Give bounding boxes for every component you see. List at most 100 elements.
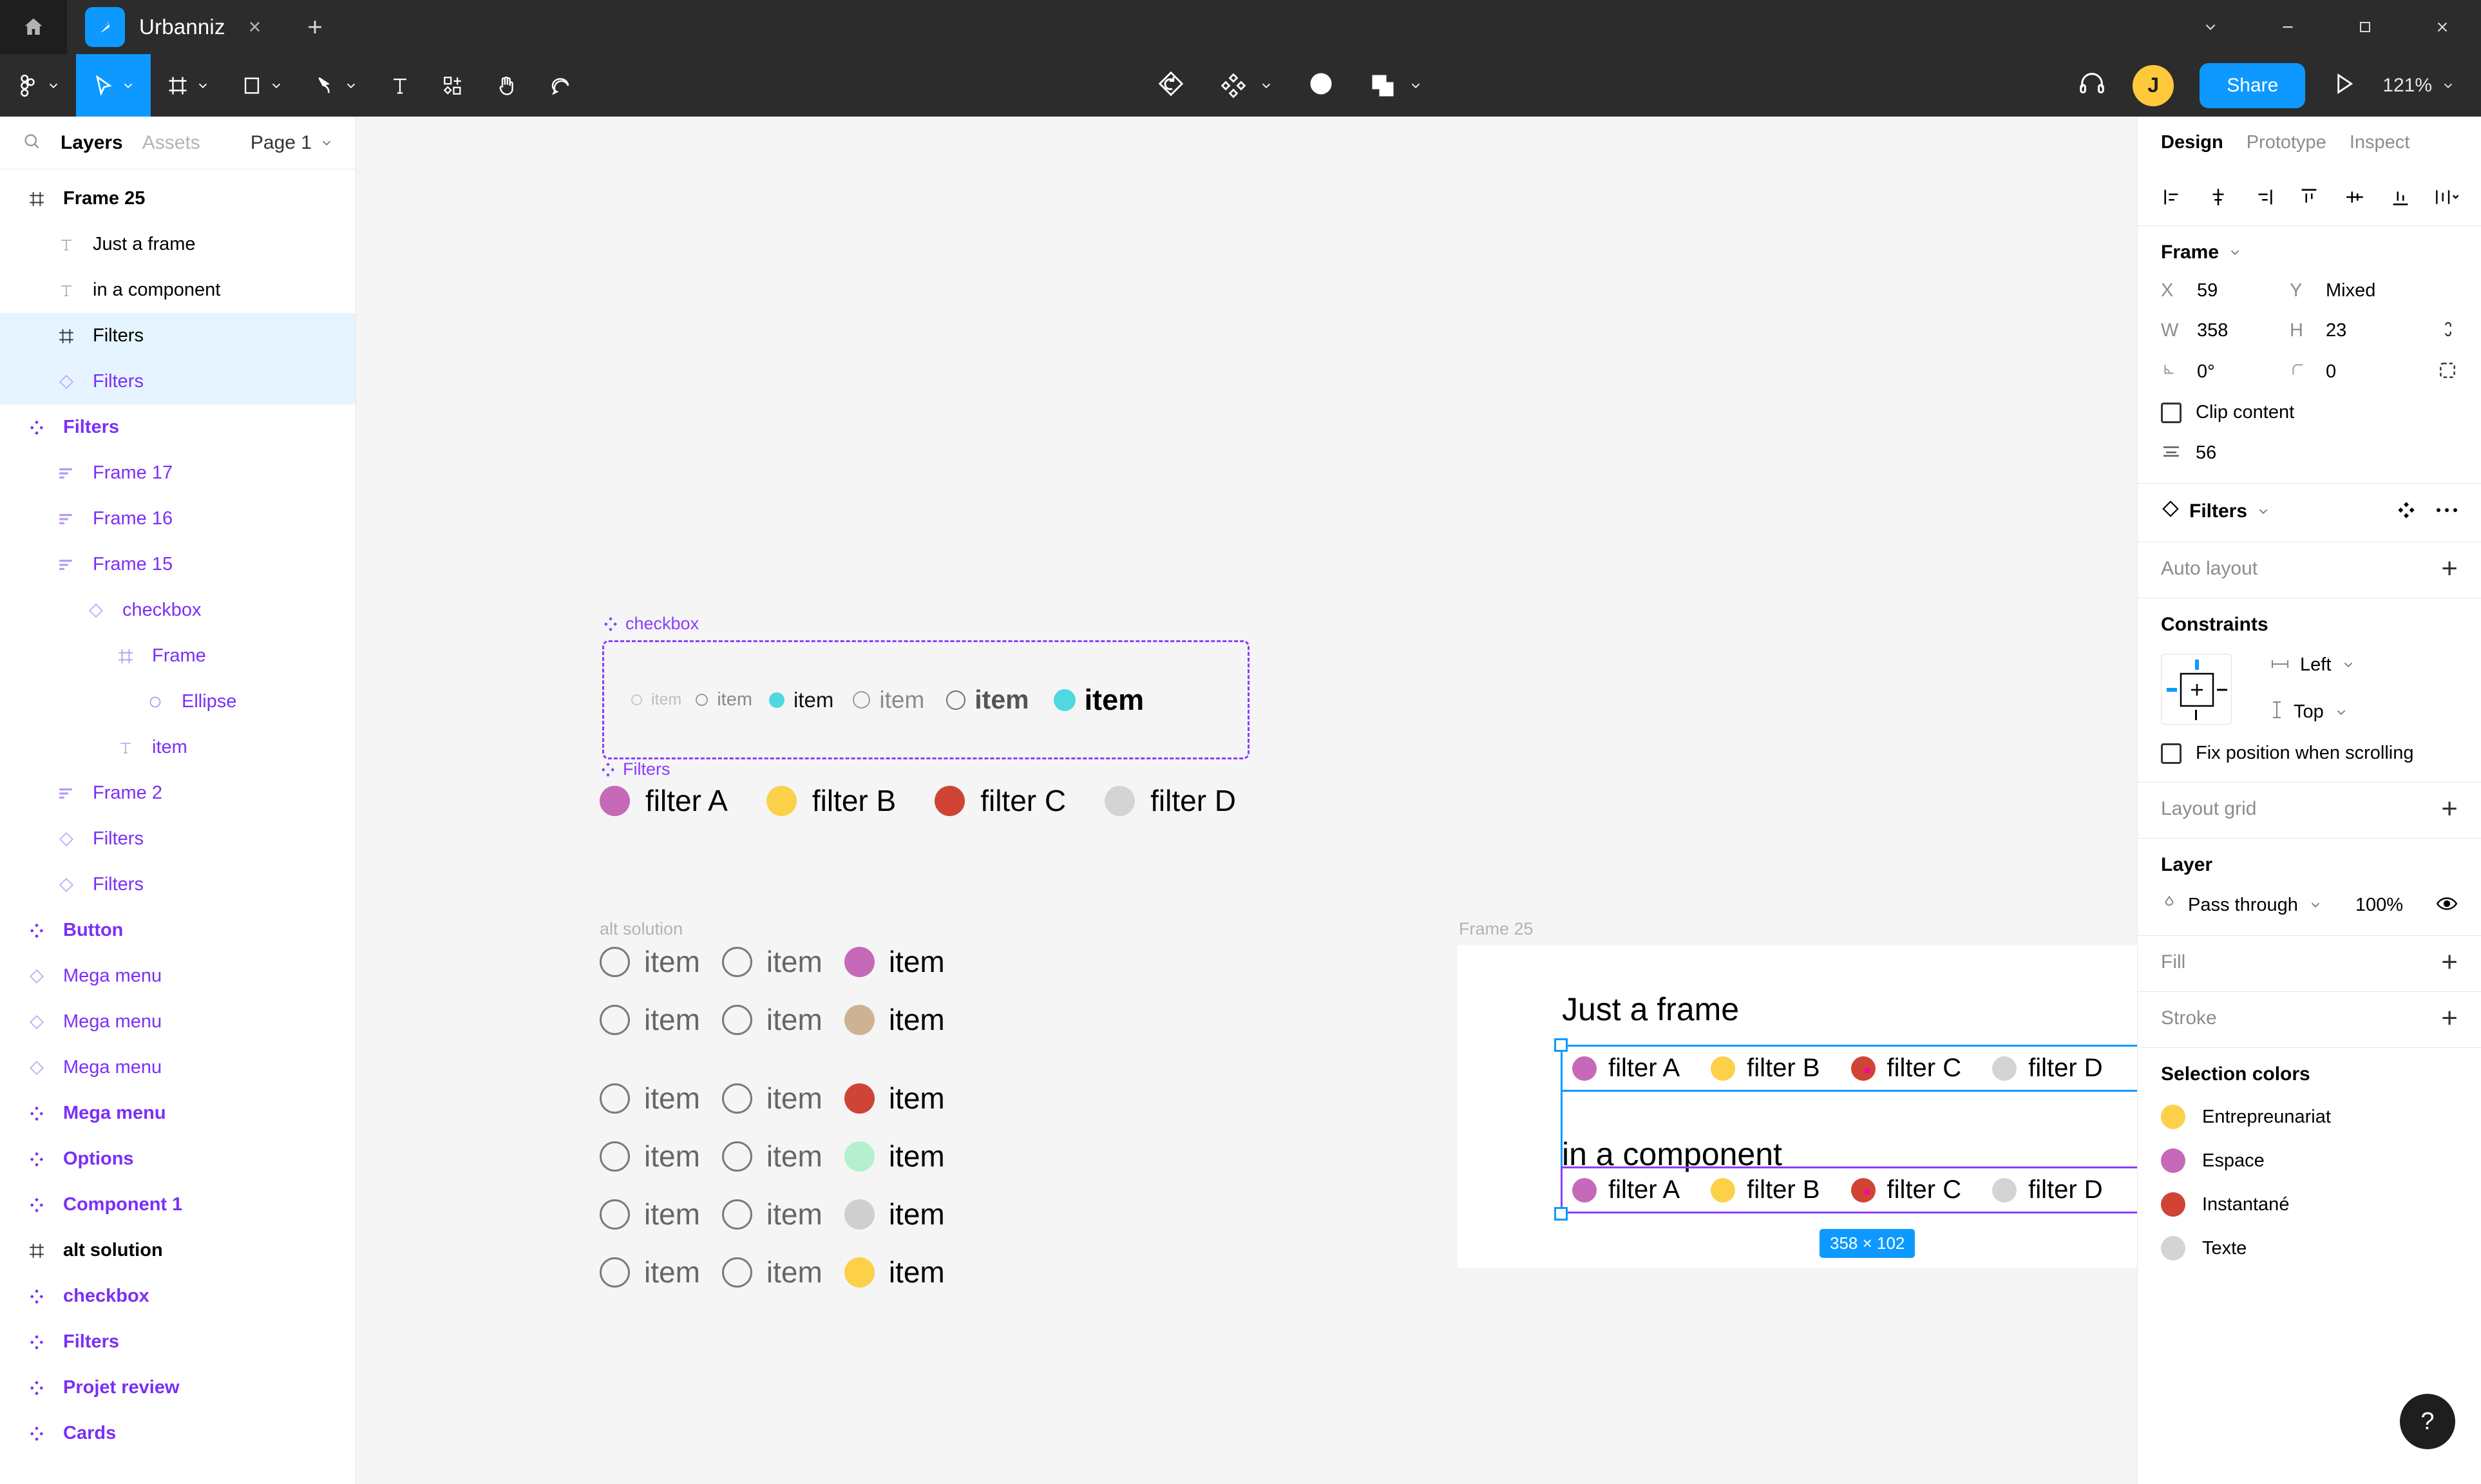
frame25[interactable]: Just a frame in a component filter Afilt…	[1458, 946, 2137, 1268]
close-tab-icon[interactable]: ×	[249, 15, 261, 40]
blend-mode-dropdown[interactable]: Pass through	[2161, 893, 2323, 917]
radio-filled-icon[interactable]	[844, 1083, 875, 1114]
selection-color-row[interactable]: Instantané	[2161, 1192, 2458, 1217]
radio-empty-icon[interactable]	[600, 1004, 630, 1035]
alt-solution-item[interactable]: item	[721, 1197, 822, 1232]
move-tool[interactable]	[76, 54, 151, 117]
checkbox-item[interactable]: item	[631, 690, 681, 709]
radio-filled-icon[interactable]	[844, 1141, 875, 1172]
alt-solution-row[interactable]: item item item	[600, 1139, 967, 1174]
distribute-icon[interactable]	[2428, 179, 2464, 215]
eye-icon[interactable]	[2436, 895, 2458, 915]
checkbox-empty-icon[interactable]	[631, 694, 642, 705]
frame25-filter-chip[interactable]: filter D	[1992, 1175, 2103, 1204]
alt-solution-rows[interactable]: item item item item item item item item item item…	[600, 944, 967, 1313]
radio-empty-icon[interactable]	[721, 946, 752, 977]
alt-solution-item[interactable]: item	[844, 1081, 945, 1116]
color-swatch[interactable]	[2161, 1192, 2185, 1217]
resize-handle-top-left[interactable]	[1554, 1038, 1568, 1052]
present-button[interactable]	[2331, 71, 2357, 100]
checkbox-item[interactable]: item	[853, 687, 924, 714]
layer-row[interactable]: Filters	[0, 1319, 356, 1365]
alt-solution-item[interactable]: item	[844, 1139, 945, 1174]
align-top-icon[interactable]	[2291, 179, 2327, 215]
alt-solution-item[interactable]: item	[721, 944, 822, 979]
layer-row[interactable]: Mega menu	[0, 999, 356, 1045]
opacity-value[interactable]: 100%	[2355, 895, 2403, 916]
proportion-lock-icon[interactable]	[2438, 318, 2458, 343]
radio-empty-icon[interactable]	[600, 1257, 630, 1288]
selection-color-row[interactable]: Entrepreunariat	[2161, 1105, 2458, 1129]
layer-row[interactable]: alt solution	[0, 1228, 356, 1273]
alt-solution-item[interactable]: item	[600, 1002, 700, 1037]
alt-solution-item[interactable]: item	[844, 1197, 945, 1232]
frame25-filter-chip[interactable]: filter B	[1711, 1175, 1820, 1204]
component-actions[interactable]	[1219, 71, 1273, 100]
reset-instance-icon[interactable]	[1156, 69, 1186, 102]
tab-prototype[interactable]: Prototype	[2247, 132, 2326, 153]
y-field[interactable]: Y Mixed	[2290, 280, 2419, 301]
independent-corners-icon[interactable]	[2437, 360, 2458, 384]
fix-position-checkbox[interactable]	[2161, 743, 2182, 764]
figma-menu-button[interactable]	[0, 54, 76, 117]
radio-empty-icon[interactable]	[721, 1257, 752, 1288]
layer-row[interactable]: checkbox	[0, 587, 356, 633]
layer-row[interactable]: Filters	[0, 816, 356, 862]
corner-radius-field[interactable]: 0	[2290, 361, 2419, 383]
layer-row[interactable]: Frame	[0, 633, 356, 679]
constraints-widget[interactable]	[2161, 654, 2232, 725]
align-horizontal-center-icon[interactable]	[2200, 179, 2236, 215]
resources-tool[interactable]	[426, 54, 479, 117]
checkbox-item[interactable]: item	[696, 689, 752, 710]
clip-content-checkbox[interactable]	[2161, 402, 2182, 423]
layer-row[interactable]: Button	[0, 908, 356, 953]
color-swatch[interactable]	[2161, 1148, 2185, 1173]
radio-empty-icon[interactable]	[600, 1199, 630, 1230]
radio-filled-icon[interactable]	[844, 946, 875, 977]
zoom-control[interactable]: 121%	[2382, 75, 2455, 97]
add-layout-grid-button[interactable]: +	[2441, 794, 2458, 823]
color-swatch[interactable]	[2161, 1236, 2185, 1260]
layer-row[interactable]: Frame 2	[0, 770, 356, 816]
width-field[interactable]: W 358	[2161, 320, 2290, 341]
boolean-union-icon[interactable]	[1369, 71, 1423, 100]
align-right-icon[interactable]	[2246, 179, 2282, 215]
layer-row[interactable]: Cards	[0, 1411, 356, 1456]
layer-row[interactable]: Projet review	[0, 1365, 356, 1411]
tab-assets[interactable]: Assets	[142, 132, 200, 154]
checkbox-item[interactable]: item	[769, 688, 833, 712]
checkbox-empty-icon[interactable]	[946, 690, 966, 710]
add-auto-layout-button[interactable]: +	[2441, 554, 2458, 583]
layer-row[interactable]: Frame 25	[0, 176, 356, 222]
mask-icon[interactable]	[1307, 70, 1335, 101]
design-canvas[interactable]: checkbox item item item item item item Filter…	[356, 117, 2137, 1484]
frame25-filter-chip[interactable]: filter A	[1572, 1175, 1680, 1204]
radio-empty-icon[interactable]	[721, 1083, 752, 1114]
radio-empty-icon[interactable]	[600, 1083, 630, 1114]
filter-chip[interactable]: filter B	[766, 783, 896, 818]
hand-tool[interactable]	[479, 54, 533, 117]
tab-design[interactable]: Design	[2161, 132, 2223, 153]
align-left-icon[interactable]	[2154, 179, 2191, 215]
text-tool[interactable]	[374, 54, 426, 117]
alt-solution-item[interactable]: item	[721, 1255, 822, 1289]
tab-layers[interactable]: Layers	[61, 132, 123, 154]
alt-solution-item[interactable]: item	[721, 1081, 822, 1116]
page-selector[interactable]: Page 1	[251, 132, 334, 154]
frame25-filters-bottom[interactable]: filter A filter B filter C filter D	[1572, 1175, 2134, 1204]
checkbox-item[interactable]: item	[946, 685, 1029, 715]
resize-handle-bottom-left[interactable]	[1554, 1207, 1568, 1221]
layer-row[interactable]: Ellipse	[0, 679, 356, 725]
layer-row[interactable]: Frame 16	[0, 496, 356, 542]
frame-tool[interactable]	[151, 54, 225, 117]
filter-chip[interactable]: filter A	[600, 783, 728, 818]
layer-row[interactable]: Filters	[0, 404, 356, 450]
alt-solution-row[interactable]: item item item	[600, 944, 967, 979]
minimize-button[interactable]	[2249, 0, 2326, 54]
layer-row[interactable]: item	[0, 725, 356, 770]
x-field[interactable]: X 59	[2161, 280, 2290, 301]
add-fill-button[interactable]: +	[2441, 947, 2458, 976]
frame25-filter-chip[interactable]: filter B	[1711, 1054, 1820, 1083]
window-menu-button[interactable]	[2172, 0, 2249, 54]
fix-position-row[interactable]: Fix position when scrolling	[2161, 743, 2458, 764]
